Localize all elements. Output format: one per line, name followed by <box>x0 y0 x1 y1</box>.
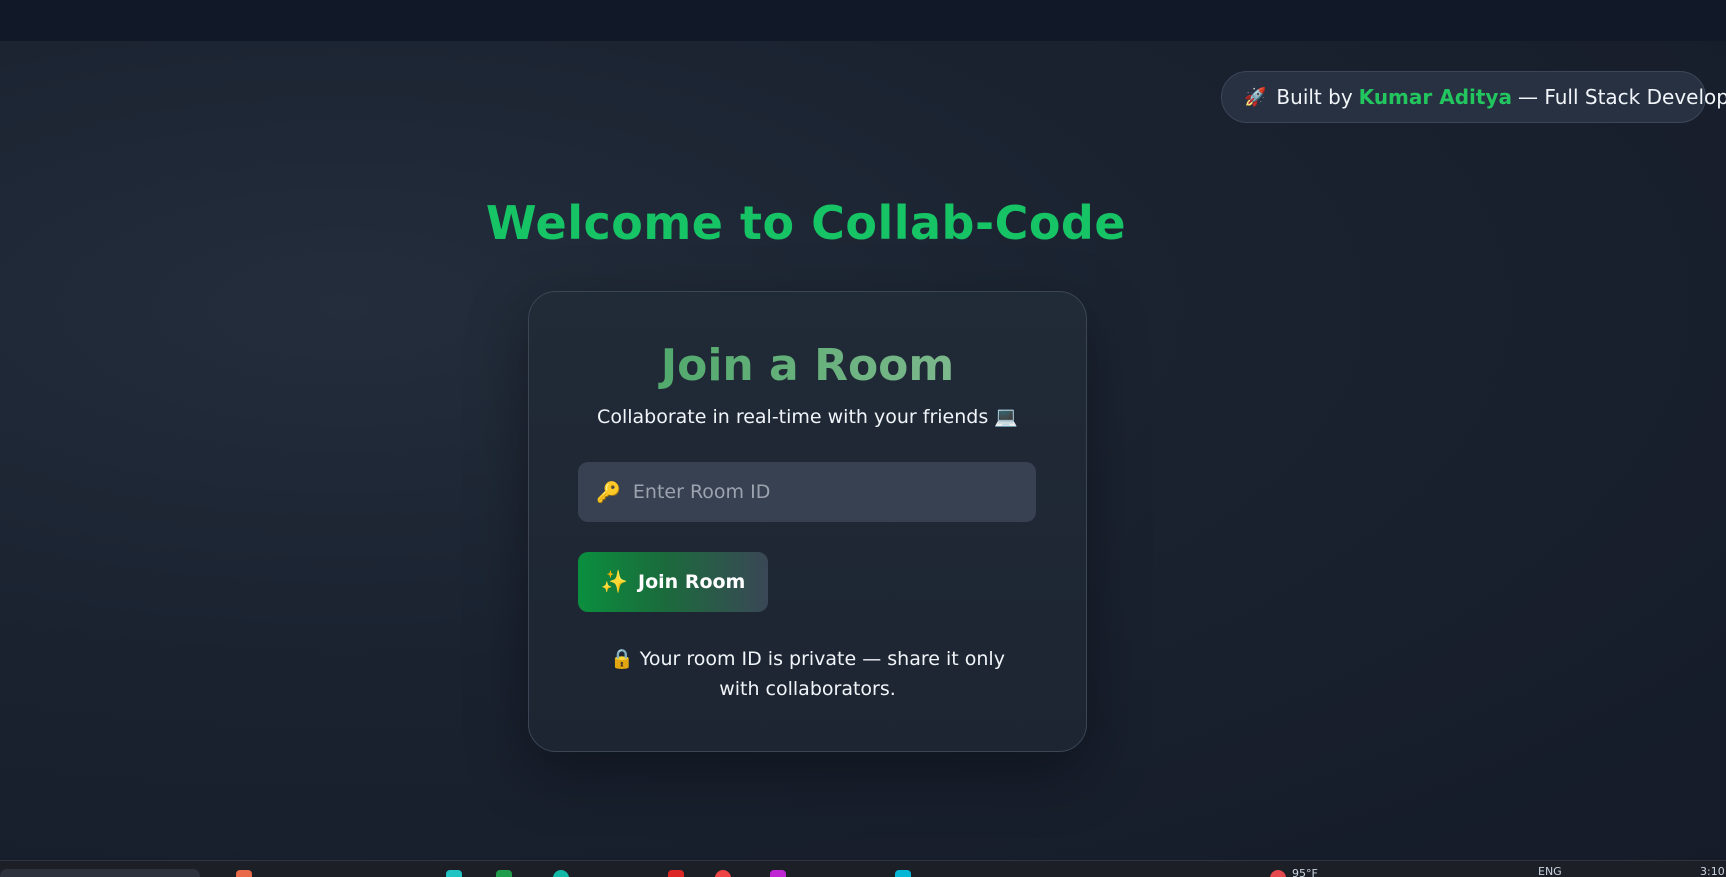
lock-icon: 🔒 <box>610 648 634 670</box>
credit-badge: 🚀 Built by Kumar Aditya — Full Stack Dev… <box>1221 71 1726 123</box>
join-room-button[interactable]: ✨ Join Room <box>578 552 768 612</box>
sparkle-icon: ✨ <box>600 569 629 595</box>
taskbar-language[interactable]: ENG <box>1538 865 1562 877</box>
browser-top-bar <box>0 0 1726 41</box>
join-room-label: Join Room <box>638 571 746 593</box>
taskbar-clock[interactable]: 3:10 <box>1700 865 1725 877</box>
taskbar-weather[interactable]: 95°F <box>1270 867 1330 877</box>
weather-temp: 95°F <box>1292 867 1318 877</box>
taskbar-search[interactable] <box>0 869 200 877</box>
taskbar-app-icon[interactable] <box>496 870 512 877</box>
taskbar-app-icon[interactable] <box>553 870 569 877</box>
card-subtitle: Collaborate in real-time with your frien… <box>597 406 1018 428</box>
taskbar-app-icon[interactable] <box>895 870 911 877</box>
taskbar-app-icon[interactable] <box>715 870 731 877</box>
room-id-input[interactable] <box>632 462 1036 522</box>
credit-prefix: Built by <box>1276 85 1353 109</box>
room-id-field[interactable]: 🔑 <box>578 462 1036 522</box>
credit-suffix: — Full Stack Developer <box>1517 85 1726 109</box>
page-title: Welcome to Collab-Code <box>485 196 1127 250</box>
taskbar-app-icon[interactable] <box>236 870 252 877</box>
card-title: Join a Room <box>529 340 1086 391</box>
os-taskbar: 95°F ENG 3:10 <box>0 860 1726 877</box>
privacy-note: 🔒 Your room ID is private — share it only… <box>589 644 1026 704</box>
taskbar-app-icon[interactable] <box>668 870 684 877</box>
rocket-icon: 🚀 <box>1244 86 1267 108</box>
app-page: 🚀 Built by Kumar Aditya — Full Stack Dev… <box>0 0 1726 877</box>
key-icon: 🔑 <box>596 480 621 504</box>
credit-author-name: Kumar Aditya <box>1358 85 1512 109</box>
taskbar-app-icon[interactable] <box>770 870 786 877</box>
join-room-card: Join a Room Collaborate in real-time wit… <box>528 291 1087 752</box>
taskbar-app-icon[interactable] <box>446 870 462 877</box>
weather-icon <box>1270 870 1286 877</box>
privacy-note-text: Your room ID is private — share it only … <box>639 648 1005 700</box>
